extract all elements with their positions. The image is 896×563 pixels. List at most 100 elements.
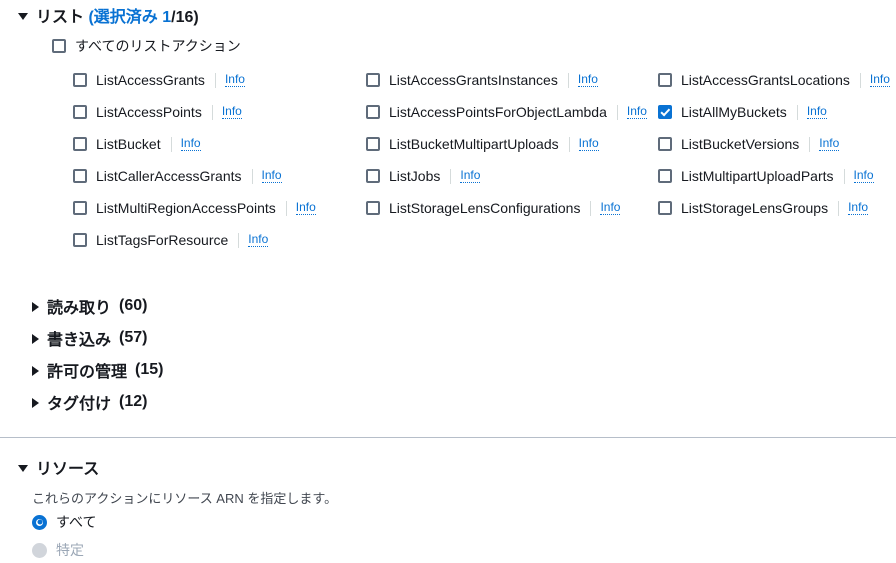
resource-option-row[interactable]: すべて — [0, 509, 896, 535]
vertical-divider — [859, 72, 861, 88]
info-wrapper: Info — [838, 200, 869, 216]
action-checkbox-ListBucketMultipartUploads[interactable] — [366, 137, 380, 151]
action-label: ListTagsForResource — [96, 232, 229, 248]
info-link[interactable]: Info — [460, 168, 481, 184]
action-checkbox-ListBucket[interactable] — [73, 137, 87, 151]
action-row[interactable]: ListBucketVersions Info — [658, 128, 890, 160]
list-group-header[interactable]: リスト (選択済み 1/16) — [0, 0, 896, 30]
action-row[interactable]: ListStorageLensConfigurations Info — [366, 192, 647, 224]
info-wrapper: Info — [211, 104, 242, 120]
info-link[interactable]: Info — [853, 168, 874, 184]
action-checkbox-ListMultipartUploadParts[interactable] — [658, 169, 672, 183]
action-row[interactable]: ListAccessPointsForObjectLambda Info — [366, 96, 647, 128]
action-label: ListBucketVersions — [681, 136, 800, 152]
resources-description: これらのアクションにリソース ARN を指定します。 — [32, 491, 338, 506]
vertical-divider — [211, 104, 213, 120]
info-link[interactable]: Info — [295, 200, 316, 216]
action-row[interactable]: ListAccessGrants Info — [73, 64, 316, 96]
action-label: ListAccessGrantsInstances — [389, 72, 558, 88]
caret-right-icon — [32, 366, 39, 376]
action-row[interactable]: ListMultiRegionAccessPoints Info — [73, 192, 316, 224]
resource-option-row: 特定 — [0, 537, 896, 563]
action-row[interactable]: ListAccessPoints Info — [73, 96, 316, 128]
collapsed-action-groups: 読み取り (60) 書き込み (57) 許可の管理 (15) タグ付け (12) — [0, 290, 896, 418]
action-row[interactable]: ListCallerAccessGrants Info — [73, 160, 316, 192]
action-label: ListStorageLensGroups — [681, 200, 829, 216]
vertical-divider — [838, 200, 840, 216]
info-wrapper: Info — [170, 136, 201, 152]
info-link[interactable]: Info — [261, 168, 282, 184]
vertical-divider — [238, 232, 240, 248]
action-checkbox-ListStorageLensConfigurations[interactable] — [366, 201, 380, 215]
info-wrapper: Info — [285, 200, 316, 216]
resources-radio-group: すべて 特定 — [0, 509, 896, 563]
action-checkbox-ListBucketVersions[interactable] — [658, 137, 672, 151]
action-row[interactable]: ListAccessGrantsInstances Info — [366, 64, 647, 96]
action-label: ListBucketMultipartUploads — [389, 136, 559, 152]
info-link[interactable]: Info — [848, 200, 869, 216]
caret-right-icon — [32, 398, 39, 408]
radio-label: 特定 — [56, 542, 84, 558]
collapsed-group-title: タグ付け — [47, 396, 112, 413]
info-link[interactable]: Info — [221, 104, 242, 120]
action-checkbox-ListAllMyBuckets[interactable] — [658, 105, 672, 119]
info-wrapper: Info — [238, 232, 269, 248]
action-checkbox-ListTagsForResource[interactable] — [73, 233, 87, 247]
collapsed-group-許可の管理[interactable]: 許可の管理 (15) — [0, 354, 896, 386]
info-link[interactable]: Info — [578, 136, 599, 152]
action-row[interactable]: ListBucketMultipartUploads Info — [366, 128, 647, 160]
info-wrapper: Info — [843, 168, 874, 184]
vertical-divider — [450, 168, 452, 184]
list-group-selected-count[interactable]: (選択済み 1 — [88, 9, 171, 26]
resources-header[interactable]: リソース — [0, 452, 896, 482]
caret-down-icon — [18, 464, 28, 472]
info-link[interactable]: Info — [180, 136, 201, 152]
collapsed-group-タグ付け[interactable]: タグ付け (12) — [0, 386, 896, 418]
resources-title: リソース — [36, 461, 100, 478]
info-link[interactable]: Info — [224, 72, 245, 88]
action-checkbox-ListAccessGrantsLocations[interactable] — [658, 73, 672, 87]
action-checkbox-ListAccessPointsForObjectLambda[interactable] — [366, 105, 380, 119]
vertical-divider — [796, 104, 798, 120]
action-row[interactable]: ListStorageLensGroups Info — [658, 192, 890, 224]
info-wrapper: Info — [796, 104, 827, 120]
list-actions-grid: ListAccessGrants Info ListAccessPoints Info… — [0, 64, 896, 264]
action-label: ListAccessPoints — [96, 104, 202, 120]
action-checkbox-ListAccessGrantsInstances[interactable] — [366, 73, 380, 87]
action-row[interactable]: ListJobs Info — [366, 160, 647, 192]
info-link[interactable]: Info — [819, 136, 840, 152]
info-link[interactable]: Info — [577, 72, 598, 88]
collapsed-group-title: 読み取り — [47, 300, 112, 317]
vertical-divider — [170, 136, 172, 152]
collapsed-group-書き込み[interactable]: 書き込み (57) — [0, 322, 896, 354]
list-actions-column-1: ListAccessGrants Info ListAccessPoints Info… — [73, 64, 316, 256]
info-link[interactable]: Info — [869, 72, 890, 88]
action-label: ListMultiRegionAccessPoints — [96, 200, 276, 216]
action-checkbox-ListCallerAccessGrants[interactable] — [73, 169, 87, 183]
action-checkbox-ListJobs[interactable] — [366, 169, 380, 183]
vertical-divider — [251, 168, 253, 184]
vertical-divider — [590, 200, 592, 216]
radio-すべて[interactable] — [32, 514, 47, 530]
collapsed-group-読み取り[interactable]: 読み取り (60) — [0, 290, 896, 322]
select-all-list-actions-checkbox[interactable] — [52, 39, 66, 53]
action-row[interactable]: ListTagsForResource Info — [73, 224, 316, 256]
action-checkbox-ListMultiRegionAccessPoints[interactable] — [73, 201, 87, 215]
action-row[interactable]: ListAccessGrantsLocations Info — [658, 64, 890, 96]
info-link[interactable]: Info — [806, 104, 827, 120]
action-row[interactable]: ListBucket Info — [73, 128, 316, 160]
action-row[interactable]: ListMultipartUploadParts Info — [658, 160, 890, 192]
radio-label: すべて — [56, 514, 97, 530]
info-link[interactable]: Info — [248, 232, 269, 248]
action-label: ListAllMyBuckets — [681, 104, 787, 120]
info-wrapper: Info — [251, 168, 282, 184]
info-wrapper: Info — [590, 200, 621, 216]
info-link[interactable]: Info — [600, 200, 621, 216]
info-link[interactable]: Info — [626, 104, 647, 120]
action-row[interactable]: ListAllMyBuckets Info — [658, 96, 890, 128]
action-checkbox-ListStorageLensGroups[interactable] — [658, 201, 672, 215]
list-actions-column-3: ListAccessGrantsLocations Info ListAllMyBu… — [658, 64, 890, 224]
action-checkbox-ListAccessGrants[interactable] — [73, 73, 87, 87]
select-all-list-actions-row[interactable]: すべてのリストアクション — [0, 32, 896, 60]
action-checkbox-ListAccessPoints[interactable] — [73, 105, 87, 119]
